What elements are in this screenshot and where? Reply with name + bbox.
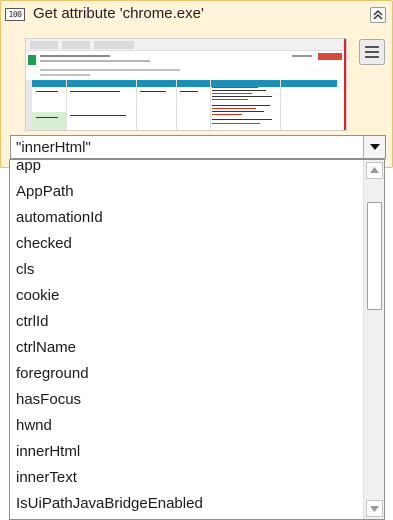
- dropdown-option[interactable]: hwnd: [10, 413, 363, 439]
- dropdown-option[interactable]: app: [10, 160, 363, 179]
- attribute-combobox-value[interactable]: "innerHtml": [16, 139, 91, 156]
- activity-icon: 100: [5, 8, 25, 21]
- attribute-combobox[interactable]: "innerHtml": [10, 135, 386, 159]
- dropdown-option[interactable]: IsUiPathJavaBridgeEnabled: [10, 491, 363, 517]
- dropdown-option[interactable]: ctrlId: [10, 309, 363, 335]
- chevron-double-up-icon: [373, 9, 383, 20]
- combobox-dropdown-button[interactable]: [363, 136, 385, 158]
- dropdown-option[interactable]: AppPath: [10, 179, 363, 205]
- get-attribute-activity[interactable]: 100 Get attribute 'chrome.exe' "innerHtm…: [0, 0, 393, 168]
- attribute-dropdown-list[interactable]: app AppPath automationId checked cls cookie ct…: [9, 159, 385, 520]
- triangle-down-icon: [370, 144, 380, 150]
- scrollbar-thumb[interactable]: [367, 202, 382, 310]
- dropdown-option[interactable]: automationId: [10, 205, 363, 231]
- dropdown-scrollbar[interactable]: [363, 160, 384, 519]
- dropdown-option[interactable]: checked: [10, 231, 363, 257]
- scroll-down-button[interactable]: [366, 500, 383, 517]
- dropdown-option[interactable]: foreground: [10, 361, 363, 387]
- element-screenshot-preview: [25, 38, 347, 131]
- options-menu-button[interactable]: [359, 39, 385, 65]
- triangle-down-icon: [370, 506, 379, 512]
- dropdown-option[interactable]: cls: [10, 257, 363, 283]
- activity-header: 100 Get attribute 'chrome.exe': [1, 1, 392, 29]
- dropdown-option[interactable]: innerText: [10, 465, 363, 491]
- collapse-button[interactable]: [370, 7, 386, 23]
- dropdown-option[interactable]: hasFocus: [10, 387, 363, 413]
- attribute-options: app AppPath automationId checked cls cookie ct…: [10, 160, 363, 517]
- dropdown-option[interactable]: innerHtml: [10, 439, 363, 465]
- dropdown-option[interactable]: ctrlName: [10, 335, 363, 361]
- triangle-up-icon: [370, 167, 379, 173]
- scroll-up-button[interactable]: [366, 162, 383, 179]
- activity-title[interactable]: Get attribute 'chrome.exe': [33, 5, 204, 22]
- dropdown-option[interactable]: cookie: [10, 283, 363, 309]
